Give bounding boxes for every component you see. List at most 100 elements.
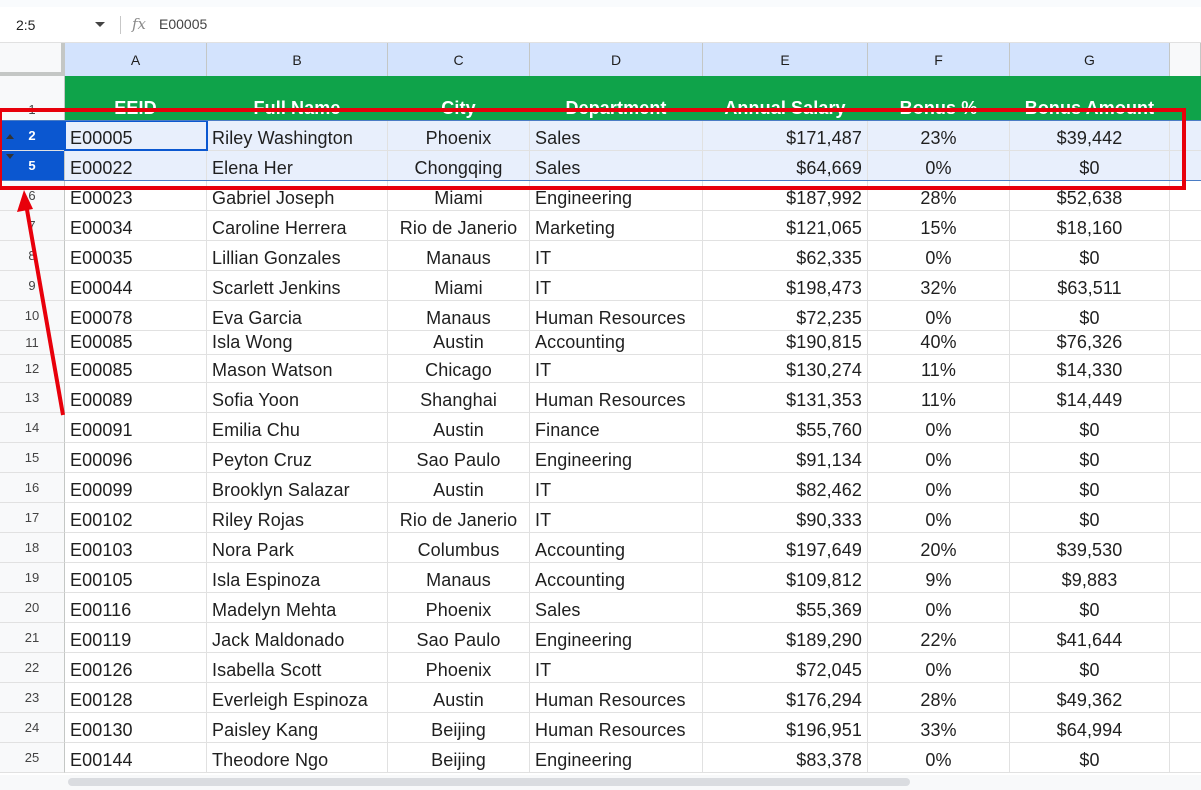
- cell-b12[interactable]: Mason Watson: [207, 355, 388, 382]
- select-all-corner[interactable]: [0, 43, 65, 76]
- cell-d7[interactable]: Marketing: [530, 211, 703, 240]
- cell-g7[interactable]: $18,160: [1010, 211, 1170, 240]
- column-header-a[interactable]: A: [65, 43, 207, 76]
- cell-e19[interactable]: $109,812: [703, 563, 868, 592]
- cell-d12[interactable]: IT: [530, 355, 703, 382]
- cell-d5[interactable]: Sales: [530, 151, 703, 180]
- cell-f17[interactable]: 0%: [868, 503, 1010, 532]
- cell-c17[interactable]: Rio de Janerio: [388, 503, 530, 532]
- cell-a23[interactable]: E00128: [65, 683, 207, 712]
- cell-a11[interactable]: E00085: [65, 331, 207, 354]
- row-header-24[interactable]: 24: [0, 713, 65, 743]
- row-header-19[interactable]: 19: [0, 563, 65, 593]
- cell-b22[interactable]: Isabella Scott: [207, 653, 388, 682]
- cell-b10[interactable]: Eva Garcia: [207, 301, 388, 330]
- cell-c23[interactable]: Austin: [388, 683, 530, 712]
- cell-e21[interactable]: $189,290: [703, 623, 868, 652]
- cell-b6[interactable]: Gabriel Joseph: [207, 181, 388, 210]
- cell-c2[interactable]: Phoenix: [388, 121, 530, 150]
- cell-c9[interactable]: Miami: [388, 271, 530, 300]
- cell-g12[interactable]: $14,330: [1010, 355, 1170, 382]
- name-box-dropdown-icon[interactable]: [95, 22, 105, 27]
- cell-b21[interactable]: Jack Maldonado: [207, 623, 388, 652]
- cell-a13[interactable]: E00089: [65, 383, 207, 412]
- cell-c15[interactable]: Sao Paulo: [388, 443, 530, 472]
- cell-e20[interactable]: $55,369: [703, 593, 868, 622]
- row-header-12[interactable]: 12: [0, 355, 65, 383]
- cell-g9[interactable]: $63,511: [1010, 271, 1170, 300]
- cell-e9[interactable]: $198,473: [703, 271, 868, 300]
- cell-d11[interactable]: Accounting: [530, 331, 703, 354]
- cell-d9[interactable]: IT: [530, 271, 703, 300]
- cell-e23[interactable]: $176,294: [703, 683, 868, 712]
- cell-c19[interactable]: Manaus: [388, 563, 530, 592]
- cell-g24[interactable]: $64,994: [1010, 713, 1170, 742]
- cell-b8[interactable]: Lillian Gonzales: [207, 241, 388, 270]
- cell-a24[interactable]: E00130: [65, 713, 207, 742]
- cell-d20[interactable]: Sales: [530, 593, 703, 622]
- cell-d8[interactable]: IT: [530, 241, 703, 270]
- cell-e14[interactable]: $55,760: [703, 413, 868, 442]
- cell-a14[interactable]: E00091: [65, 413, 207, 442]
- cell-d14[interactable]: Finance: [530, 413, 703, 442]
- cell-f10[interactable]: 0%: [868, 301, 1010, 330]
- cell-f8[interactable]: 0%: [868, 241, 1010, 270]
- cell-c10[interactable]: Manaus: [388, 301, 530, 330]
- cell-f11[interactable]: 40%: [868, 331, 1010, 354]
- cell-g15[interactable]: $0: [1010, 443, 1170, 472]
- cell-e8[interactable]: $62,335: [703, 241, 868, 270]
- cell-c25[interactable]: Beijing: [388, 743, 530, 772]
- cell-d16[interactable]: IT: [530, 473, 703, 502]
- cell-a15[interactable]: E00096: [65, 443, 207, 472]
- cell-b17[interactable]: Riley Rojas: [207, 503, 388, 532]
- cell-f23[interactable]: 28%: [868, 683, 1010, 712]
- cell-e24[interactable]: $196,951: [703, 713, 868, 742]
- cell-e15[interactable]: $91,134: [703, 443, 868, 472]
- row-header-17[interactable]: 17: [0, 503, 65, 533]
- cell-f1[interactable]: Bonus %: [868, 76, 1010, 120]
- scrollbar-thumb[interactable]: [68, 778, 910, 786]
- cell-a18[interactable]: E00103: [65, 533, 207, 562]
- cell-a19[interactable]: E00105: [65, 563, 207, 592]
- row-header-8[interactable]: 8: [0, 241, 65, 271]
- cell-d6[interactable]: Engineering: [530, 181, 703, 210]
- row-header-20[interactable]: 20: [0, 593, 65, 623]
- cell-g19[interactable]: $9,883: [1010, 563, 1170, 592]
- cell-e16[interactable]: $82,462: [703, 473, 868, 502]
- cell-c5[interactable]: Chongqing: [388, 151, 530, 180]
- cell-f15[interactable]: 0%: [868, 443, 1010, 472]
- unhide-rows-up-icon[interactable]: [6, 134, 14, 139]
- row-header-13[interactable]: 13: [0, 383, 65, 413]
- cell-f19[interactable]: 9%: [868, 563, 1010, 592]
- cell-a10[interactable]: E00078: [65, 301, 207, 330]
- cell-d13[interactable]: Human Resources: [530, 383, 703, 412]
- cell-e2[interactable]: $171,487: [703, 121, 868, 150]
- cell-d19[interactable]: Accounting: [530, 563, 703, 592]
- cell-e7[interactable]: $121,065: [703, 211, 868, 240]
- cell-f6[interactable]: 28%: [868, 181, 1010, 210]
- cell-d17[interactable]: IT: [530, 503, 703, 532]
- column-header-e[interactable]: E: [703, 43, 868, 76]
- cell-b1[interactable]: Full Name: [207, 76, 388, 120]
- cell-a5[interactable]: E00022: [65, 151, 207, 180]
- cell-a16[interactable]: E00099: [65, 473, 207, 502]
- column-header-f[interactable]: F: [868, 43, 1010, 76]
- cell-d18[interactable]: Accounting: [530, 533, 703, 562]
- cell-e10[interactable]: $72,235: [703, 301, 868, 330]
- cell-e17[interactable]: $90,333: [703, 503, 868, 532]
- cell-f9[interactable]: 32%: [868, 271, 1010, 300]
- cell-g22[interactable]: $0: [1010, 653, 1170, 682]
- cell-f12[interactable]: 11%: [868, 355, 1010, 382]
- unhide-rows-down-icon[interactable]: [6, 154, 14, 159]
- cell-e11[interactable]: $190,815: [703, 331, 868, 354]
- cell-b25[interactable]: Theodore Ngo: [207, 743, 388, 772]
- row-header-18[interactable]: 18: [0, 533, 65, 563]
- cell-b23[interactable]: Everleigh Espinoza: [207, 683, 388, 712]
- freeze-divider[interactable]: [0, 120, 1201, 121]
- cell-g5[interactable]: $0: [1010, 151, 1170, 180]
- cell-d10[interactable]: Human Resources: [530, 301, 703, 330]
- cell-f5[interactable]: 0%: [868, 151, 1010, 180]
- row-header-23[interactable]: 23: [0, 683, 65, 713]
- cell-f25[interactable]: 0%: [868, 743, 1010, 772]
- cell-g23[interactable]: $49,362: [1010, 683, 1170, 712]
